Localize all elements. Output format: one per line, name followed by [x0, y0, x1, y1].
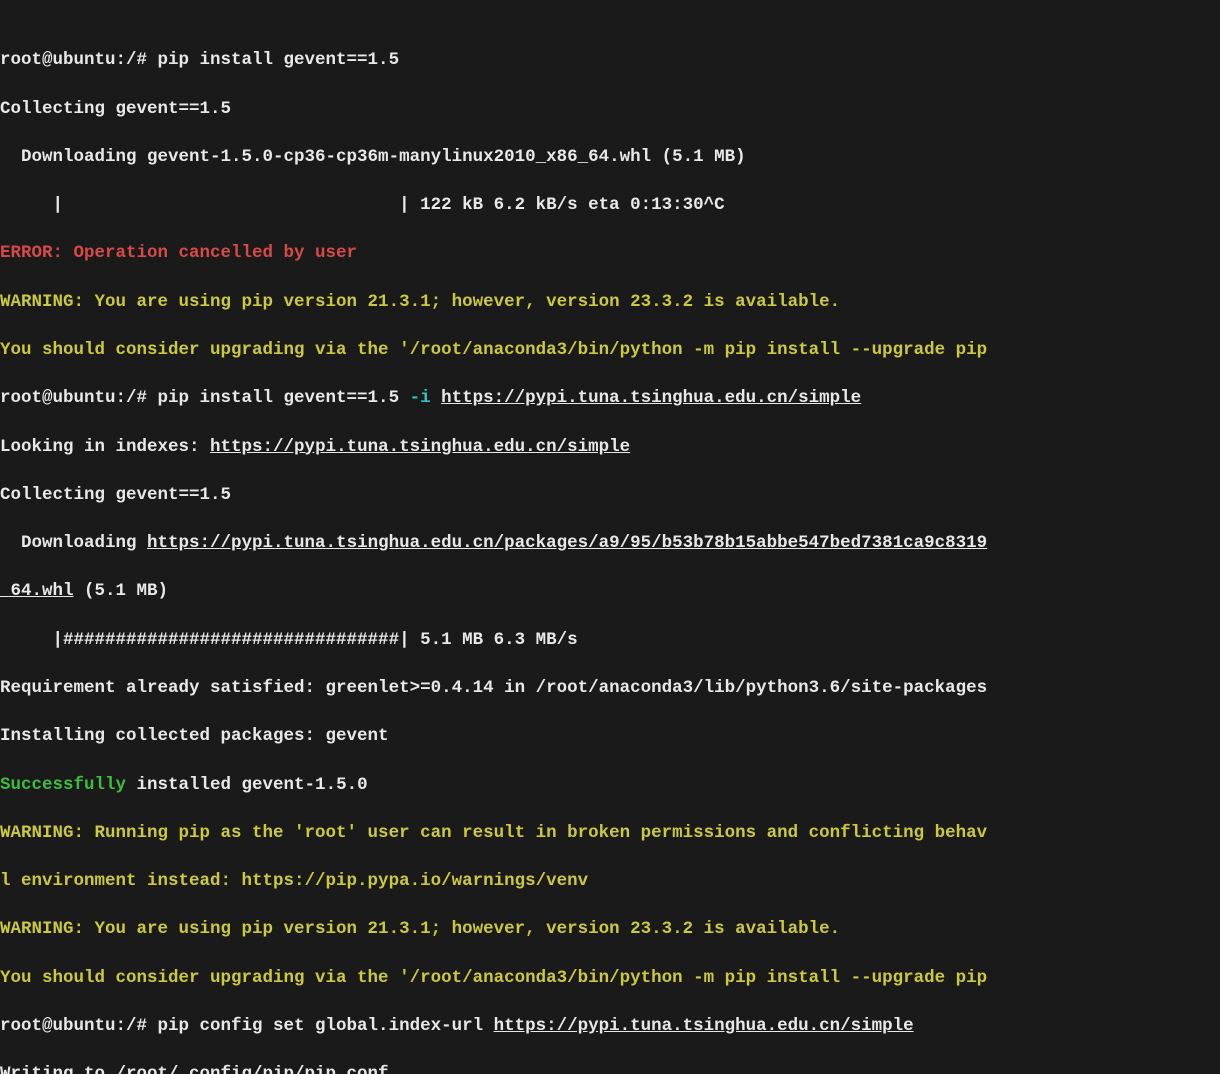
index-url[interactable]: https://pypi.tuna.tsinghua.edu.cn/simple [210, 437, 630, 457]
line-downloading2b: _64.whl (5.1 MB) [0, 579, 1220, 603]
terminal-output: root@ubuntu:/# pip install gevent==1.5 C… [0, 24, 1220, 1074]
line-writing: Writing to /root/.config/pip/pip.conf [0, 1062, 1220, 1074]
line-warning3a: WARNING: You are using pip version 21.3.… [0, 917, 1220, 941]
download-url[interactable]: https://pypi.tuna.tsinghua.edu.cn/packag… [147, 533, 987, 553]
line-downloading1: Downloading gevent-1.5.0-cp36-cp36m-many… [0, 145, 1220, 169]
line-error: ERROR: Operation cancelled by user [0, 241, 1220, 265]
line-prev-cmd: root@ubuntu:/# pip install gevent==1.5 [0, 48, 1220, 72]
line-collecting2: Collecting gevent==1.5 [0, 483, 1220, 507]
mirror-url[interactable]: https://pypi.tuna.tsinghua.edu.cn/simple [441, 388, 861, 408]
line-warning2b: l environment instead: https://pip.pypa.… [0, 869, 1220, 893]
line-warning3b: You should consider upgrading via the '/… [0, 966, 1220, 990]
line-collecting1: Collecting gevent==1.5 [0, 97, 1220, 121]
config-url[interactable]: https://pypi.tuna.tsinghua.edu.cn/simple [494, 1016, 914, 1036]
line-prompt2: root@ubuntu:/# pip install gevent==1.5 -… [0, 386, 1220, 410]
line-requirement: Requirement already satisfied: greenlet>… [0, 676, 1220, 700]
line-warning2a: WARNING: Running pip as the 'root' user … [0, 821, 1220, 845]
line-looking: Looking in indexes: https://pypi.tuna.ts… [0, 435, 1220, 459]
line-installing: Installing collected packages: gevent [0, 724, 1220, 748]
line-progress2: |################################| 5.1 M… [0, 628, 1220, 652]
line-downloading2: Downloading https://pypi.tuna.tsinghua.e… [0, 531, 1220, 555]
line-progress1: | | 122 kB 6.2 kB/s eta 0:13:30^C [0, 193, 1220, 217]
line-warning1b: You should consider upgrading via the '/… [0, 338, 1220, 362]
line-prompt3: root@ubuntu:/# pip config set global.ind… [0, 1014, 1220, 1038]
line-warning1a: WARNING: You are using pip version 21.3.… [0, 290, 1220, 314]
line-success: Successfully installed gevent-1.5.0 [0, 773, 1220, 797]
